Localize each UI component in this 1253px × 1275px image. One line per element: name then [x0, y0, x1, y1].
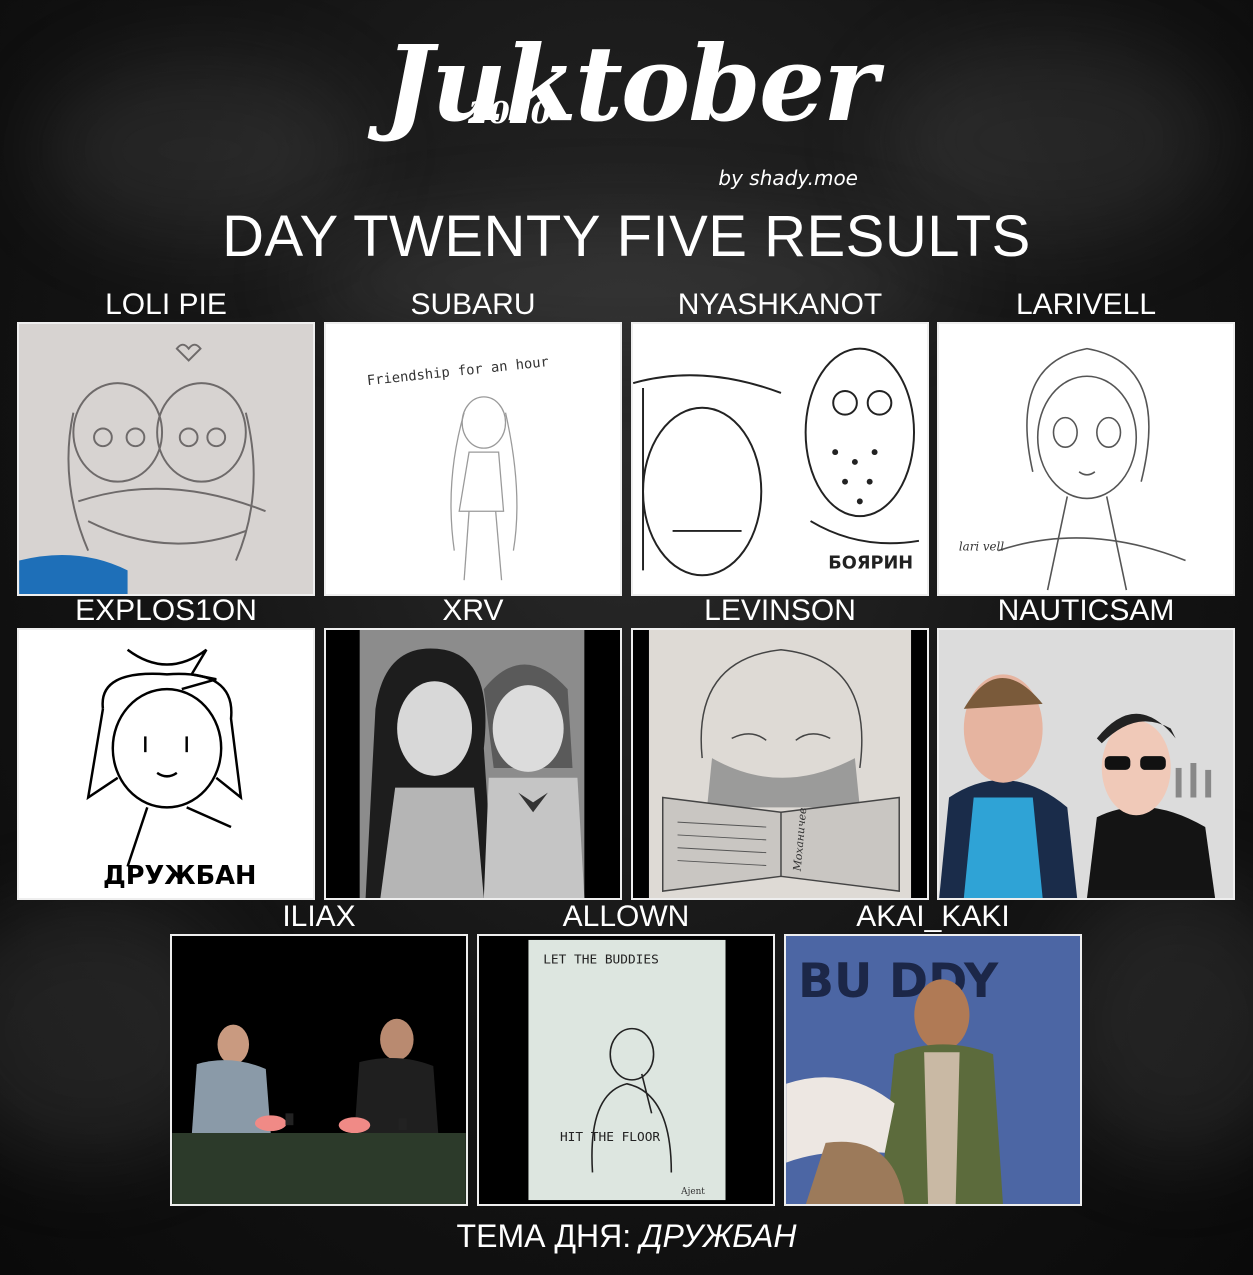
artwork-digital-painting[interactable]: BU DDY [784, 934, 1082, 1206]
artwork-grayscale-painting[interactable] [324, 628, 622, 900]
artwork-drawing: lari vell [939, 324, 1233, 594]
artwork-ink-drawing[interactable]: Моханичев [631, 628, 929, 900]
artwork-drawing: BU DDY [786, 936, 1080, 1204]
entry-card: LEVINSON Моханичев [631, 594, 929, 900]
artwork-drawing [19, 324, 313, 594]
entry-card: SUBARU Friendship for an hour [324, 288, 622, 596]
artwork-ink-sketch[interactable]: LET THE BUDDIES HIT THE FLOOR Ajent [477, 934, 775, 1206]
entry-card: NAUTICSAM [937, 594, 1235, 900]
artwork-doodle[interactable]: ДРУЖБАН [17, 628, 315, 900]
logo-title: Juktober [384, 22, 878, 145]
logo-byline: by shady.moe [718, 166, 858, 190]
artist-name: LARIVELL [1015, 288, 1157, 321]
entry-card: LARIVELL lari vell [937, 288, 1235, 596]
artwork-pencil-sketch[interactable] [17, 322, 315, 596]
artwork-line-sketch[interactable]: Friendship for an hour [324, 322, 622, 596]
artwork-drawing [939, 630, 1233, 898]
artwork-drawing: ДРУЖБАН [19, 630, 313, 898]
theme-of-day: ТЕМА ДНЯ: ДРУЖБАН [0, 1216, 1253, 1256]
artwork-drawing: Friendship for an hour [326, 324, 620, 594]
artist-name: ALLOWN [562, 900, 690, 933]
artwork-caption: BU DDY [798, 954, 999, 1009]
entry-card: ALLOWN LET THE BUDDIES HIT THE FLOOR Aje… [477, 900, 775, 1206]
artwork-drawing: LET THE BUDDIES HIT THE FLOOR Ajent [479, 936, 773, 1204]
artwork-badge-text: БОЯРИН [828, 553, 913, 573]
juktober-logo: 2020 Juktober by shady.moe [380, 10, 880, 200]
entry-card: ILIAX [170, 900, 468, 1206]
artist-name: NYASHKANOT [677, 288, 883, 321]
artwork-horror-sketch[interactable]: БОЯРИН [631, 322, 929, 596]
page-heading: DAY TWENTY FIVE RESULTS [222, 204, 1031, 269]
artist-name: AKAI_KAKI [856, 900, 1010, 933]
artwork-drawing: Моханичев [633, 630, 927, 898]
artwork-drawing [172, 936, 466, 1204]
artwork-bottom-text: HIT THE FLOOR [560, 1130, 660, 1145]
entry-card: NYASHKANOT БОЯРИН [631, 288, 929, 596]
artwork-flat-illustration[interactable] [170, 934, 468, 1206]
entry-card: XRV [324, 594, 622, 900]
artist-name: SUBARU [410, 288, 536, 321]
entry-card: EXPLOS1ON ДРУЖБАН [17, 594, 315, 900]
artwork-drawing: БОЯРИН [633, 324, 927, 594]
artwork-top-text: LET THE BUDDIES [543, 953, 659, 968]
artwork-caption: ДРУЖБАН [103, 861, 256, 891]
artwork-signature: Ajent [680, 1187, 705, 1197]
artwork-portrait-sketch[interactable]: lari vell [937, 322, 1235, 596]
entry-card: LOLI PIE [17, 288, 315, 596]
artwork-signature: lari vell [959, 540, 1004, 554]
theme-label: ТЕМА ДНЯ: [456, 1218, 640, 1254]
artist-name: XRV [442, 594, 504, 627]
artist-name: LEVINSON [704, 594, 856, 627]
theme-value: ДРУЖБАН [640, 1218, 797, 1254]
artwork-painting[interactable] [937, 628, 1235, 900]
entry-card: AKAI_KAKI BU DDY [784, 900, 1082, 1206]
artist-name: EXPLOS1ON [75, 594, 257, 627]
artist-name: NAUTICSAM [997, 594, 1175, 627]
artist-name: LOLI PIE [105, 288, 227, 321]
artwork-drawing [326, 630, 620, 898]
artist-name: ILIAX [282, 900, 356, 933]
